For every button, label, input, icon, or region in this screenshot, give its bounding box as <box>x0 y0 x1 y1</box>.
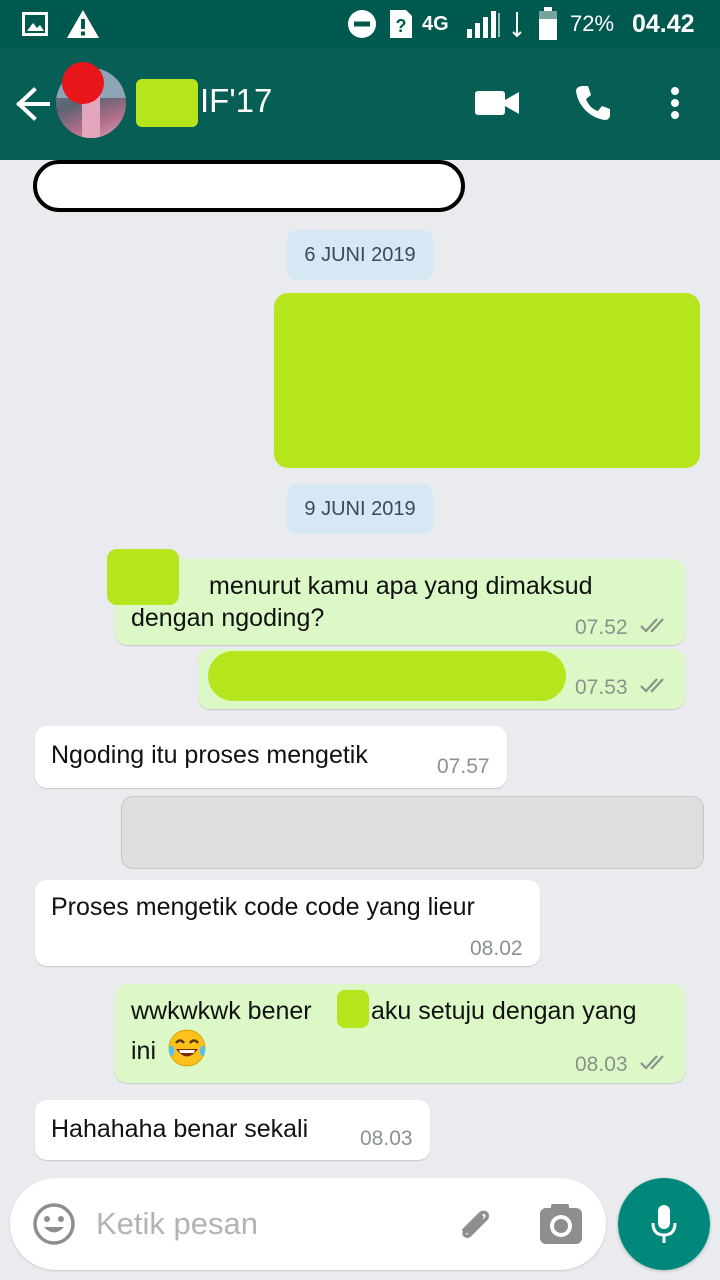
message-text: dengan ngoding? <box>131 604 325 632</box>
date-chip: 6 JUNI 2019 <box>287 230 433 280</box>
clock: 04.42 <box>632 9 695 38</box>
name-redaction <box>337 990 369 1028</box>
message-time: 08.02 <box>470 937 523 960</box>
double-check-icon <box>640 618 664 633</box>
phone-icon[interactable] <box>568 78 618 128</box>
redacted-text <box>208 651 566 701</box>
avatar-redaction-dot <box>62 62 104 104</box>
redacted-message[interactable] <box>274 293 700 468</box>
data-arrow-icon <box>512 0 522 48</box>
incoming-message[interactable]: Hahahaha benar sekali 08.03 <box>35 1100 430 1160</box>
message-input[interactable] <box>96 1200 436 1248</box>
message-text: Hahahaha benar sekali <box>51 1115 309 1143</box>
message-time: 07.53 <box>575 676 628 699</box>
message-text: wwkwkwk bener <box>131 997 312 1025</box>
video-call-icon[interactable] <box>472 78 522 128</box>
outgoing-message[interactable]: 07.53 <box>198 649 685 709</box>
message-composer <box>10 1178 606 1270</box>
chat-title[interactable]: IF'17 <box>200 82 272 120</box>
outgoing-message[interactable]: wwkwkwk bener aku setuju dengan yang ini… <box>115 984 685 1083</box>
do-not-disturb-icon <box>347 0 377 48</box>
attach-icon[interactable] <box>450 1200 498 1253</box>
double-check-icon <box>640 678 664 693</box>
chat-header: IF'17 <box>0 48 720 160</box>
battery-percent: 72% <box>570 11 615 36</box>
message-list[interactable]: 6 JUNI 2019 9 JUNI 2019 menurut kamu apa… <box>0 160 720 1172</box>
more-vert-icon[interactable] <box>660 78 690 128</box>
incoming-message[interactable]: Proses mengetik code code yang lieur 08.… <box>35 880 540 966</box>
svg-text:?: ? <box>396 16 407 36</box>
signal-icon <box>466 0 502 48</box>
emoji-icon[interactable] <box>32 1202 76 1251</box>
outgoing-message[interactable]: menurut kamu apa yang dimaksud dengan ng… <box>107 549 685 645</box>
battery-icon <box>538 0 558 48</box>
warning-icon <box>66 0 100 48</box>
back-arrow-icon[interactable] <box>14 86 52 122</box>
name-redaction <box>136 79 198 127</box>
mic-button[interactable] <box>618 1178 710 1270</box>
laughing-emoji-icon <box>168 1029 206 1067</box>
camera-icon[interactable] <box>538 1202 584 1251</box>
redacted-banner <box>33 160 465 212</box>
double-check-icon <box>640 1055 664 1070</box>
sim-unknown-icon: ? <box>388 0 414 48</box>
mic-icon <box>651 1205 677 1243</box>
date-chip: 9 JUNI 2019 <box>287 484 433 534</box>
message-text: menurut kamu apa yang dimaksud <box>209 572 593 600</box>
redacted-message[interactable] <box>121 796 704 869</box>
message-time: 07.52 <box>575 616 628 639</box>
message-text: Proses mengetik code code yang lieur <box>51 893 475 921</box>
message-text: aku setuju dengan yang <box>371 997 637 1025</box>
message-time: 07.57 <box>437 755 490 778</box>
message-text: ini <box>131 1037 157 1065</box>
gallery-notification-icon <box>22 0 48 48</box>
incoming-message[interactable]: Ngoding itu proses mengetik 07.57 <box>35 726 507 788</box>
network-type: 4G <box>422 12 449 35</box>
message-time: 08.03 <box>360 1127 413 1150</box>
message-text: Ngoding itu proses mengetik <box>51 741 368 769</box>
message-time: 08.03 <box>575 1053 628 1076</box>
status-bar: ? 4G 72% 04.42 <box>0 0 720 48</box>
name-redaction <box>107 549 179 605</box>
